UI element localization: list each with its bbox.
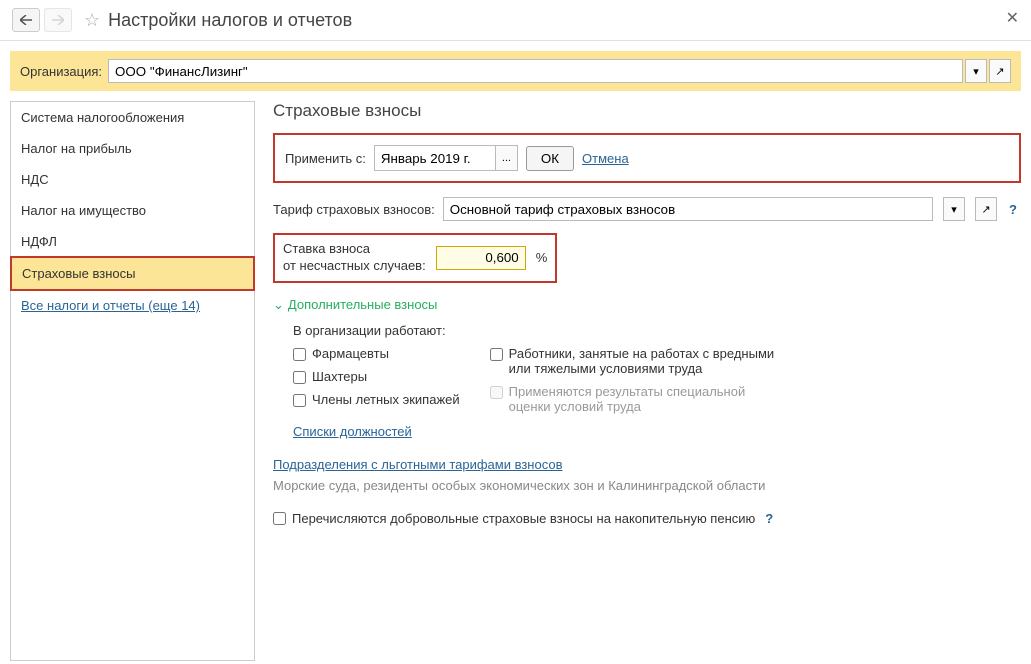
sidebar-item-vat[interactable]: НДС <box>11 164 254 195</box>
chevron-down-icon: ⌄ <box>273 297 284 313</box>
sidebar-all-taxes-link[interactable]: Все налоги и отчеты (еще 14) <box>21 298 200 313</box>
close-icon[interactable]: ✕ <box>1006 8 1019 28</box>
cb-pharmacists[interactable]: Фармацевты <box>293 346 460 361</box>
help-icon-voluntary[interactable]: ? <box>761 511 777 526</box>
open-icon[interactable]: ↗ <box>989 59 1011 83</box>
accident-rate-box: Ставка взноса от несчастных случаев: % <box>273 233 557 283</box>
dropdown-icon[interactable]: ▾ <box>965 59 987 83</box>
tariff-label: Тариф страховых взносов: <box>273 202 435 217</box>
apply-from-box: Применить с: ... ОК Отмена <box>273 133 1021 183</box>
rate-unit: % <box>536 250 548 265</box>
date-picker-icon[interactable]: ... <box>495 146 517 170</box>
sidebar-item-profit-tax[interactable]: Налог на прибыль <box>11 133 254 164</box>
rate-label-2: от несчастных случаев: <box>283 258 426 275</box>
ok-button[interactable]: ОК <box>526 146 574 171</box>
additional-toggle[interactable]: ⌄ Дополнительные взносы <box>273 297 1021 313</box>
divisions-hint: Морские суда, резиденты особых экономиче… <box>273 478 1021 493</box>
forward-button[interactable] <box>44 8 72 32</box>
sidebar-item-property-tax[interactable]: Налог на имущество <box>11 195 254 226</box>
sidebar: Система налогообложения Налог на прибыль… <box>10 101 255 661</box>
cb-special-assessment: Применяются результаты специальной оценк… <box>490 384 780 414</box>
favorite-icon[interactable]: ☆ <box>84 10 100 31</box>
section-heading: Страховые взносы <box>273 101 1021 121</box>
divisions-link[interactable]: Подразделения с льготными тарифами взнос… <box>273 457 563 472</box>
accident-rate-input[interactable] <box>436 246 526 270</box>
page-title: Настройки налогов и отчетов <box>108 10 352 31</box>
cb-flight-crew[interactable]: Члены летных экипажей <box>293 392 460 407</box>
voluntary-label: Перечисляются добровольные страховые взн… <box>292 511 755 526</box>
cb-hazardous-workers[interactable]: Работники, занятые на работах с вредными… <box>490 346 780 376</box>
rate-label-1: Ставка взноса <box>283 241 426 258</box>
org-works-label: В организации работают: <box>293 323 1021 338</box>
organization-input[interactable] <box>108 59 963 83</box>
cb-voluntary[interactable] <box>273 512 286 525</box>
organization-label: Организация: <box>20 64 102 79</box>
apply-from-label: Применить с: <box>285 151 366 166</box>
sidebar-item-insurance[interactable]: Страховые взносы <box>10 256 255 291</box>
tariff-input[interactable] <box>443 197 933 221</box>
positions-link[interactable]: Списки должностей <box>293 424 412 439</box>
cb-miners[interactable]: Шахтеры <box>293 369 460 384</box>
additional-header: Дополнительные взносы <box>288 297 438 312</box>
help-icon[interactable]: ? <box>1005 202 1021 217</box>
back-button[interactable] <box>12 8 40 32</box>
sidebar-item-tax-system[interactable]: Система налогообложения <box>11 102 254 133</box>
tariff-dropdown-icon[interactable]: ▾ <box>943 197 965 221</box>
apply-from-input[interactable] <box>375 146 495 170</box>
cancel-link[interactable]: Отмена <box>582 151 629 166</box>
tariff-open-icon[interactable]: ↗ <box>975 197 997 221</box>
sidebar-item-ndfl[interactable]: НДФЛ <box>11 226 254 257</box>
